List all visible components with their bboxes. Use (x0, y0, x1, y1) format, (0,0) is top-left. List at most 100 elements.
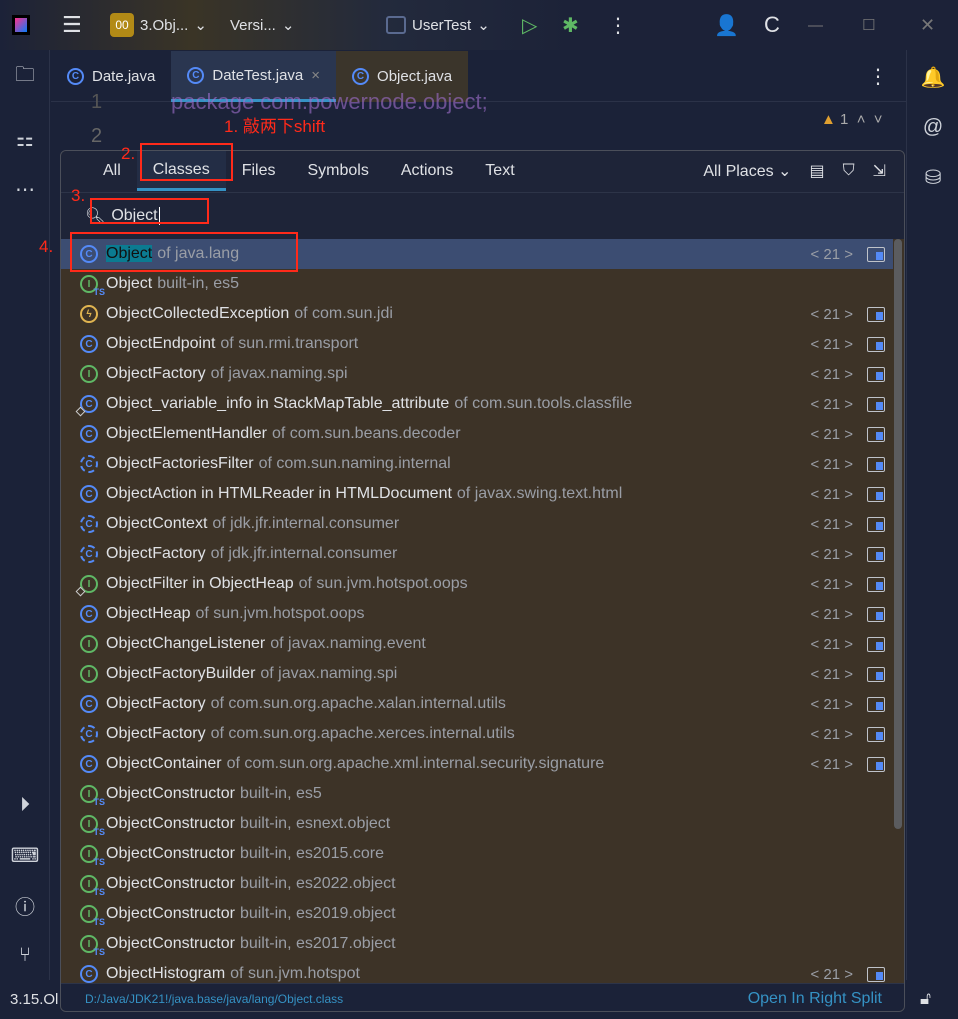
result-name: ObjectFactoryBuilder (106, 665, 256, 682)
library-folder-icon (867, 456, 885, 472)
result-item[interactable]: C ObjectFactoriesFilter of com.sun.naming.… (61, 449, 893, 479)
library-folder-icon (867, 726, 885, 742)
close-tab-icon[interactable]: × (311, 67, 320, 84)
result-item[interactable]: C ObjectHistogram of sun.jvm.hotspot < 21 > (61, 959, 893, 983)
run-icon[interactable]: ▷ (522, 13, 537, 38)
vcs-selector[interactable]: Versi... ⌄ (230, 16, 295, 35)
result-location: built-in, es2017.object (239, 935, 396, 952)
tab-actions[interactable]: Actions (385, 151, 469, 191)
result-location: of javax.naming.event (270, 635, 426, 652)
filter-icon[interactable]: ⛉ (843, 162, 855, 180)
more-tools-icon[interactable]: ⋯ (10, 174, 40, 204)
highlight-box-classes (140, 143, 233, 181)
jdk-version: < 21 > (810, 725, 853, 743)
jdk-version: < 21 > (810, 605, 853, 623)
services-icon[interactable]: ⏵ (10, 790, 40, 820)
result-item[interactable]: I ObjectFilter in ObjectHeap of sun.jvm.ho… (61, 569, 893, 599)
result-item[interactable]: I TS ObjectConstructor built-in, es5 (61, 779, 893, 809)
structure-icon[interactable]: ⚏ (10, 124, 40, 154)
more-icon[interactable]: ⋮ (608, 13, 628, 38)
result-item[interactable]: C Object_variable_info in StackMapTable_a… (61, 389, 893, 419)
result-location: of com.sun.org.apache.xml.internal.secur… (226, 755, 605, 772)
tab-options-icon[interactable]: ⋮ (850, 51, 906, 101)
result-item[interactable]: C ObjectElementHandler of com.sun.beans.de… (61, 419, 893, 449)
jdk-version: < 21 > (810, 425, 853, 443)
result-item[interactable]: I TS ObjectConstructor built-in, es2022.obj… (61, 869, 893, 899)
result-item[interactable]: I TS ObjectConstructor built-in, es2019.obj… (61, 899, 893, 929)
maximize-button[interactable]: ☐ (862, 16, 875, 34)
notifications-icon[interactable]: 🔔 (918, 62, 948, 92)
highlight-box-search (90, 198, 209, 224)
lock-icon[interactable]: 🔓︎ (920, 989, 931, 1009)
tab-date-java[interactable]: C Date.java (51, 51, 171, 102)
result-item[interactable]: C ObjectFactory of com.sun.org.apache.xala… (61, 689, 893, 719)
result-item[interactable]: I ObjectFactoryBuilder of javax.naming.spi… (61, 659, 893, 689)
interface-icon: I (80, 665, 98, 683)
close-button[interactable]: ✕ (920, 15, 935, 36)
result-name: ObjectContext (106, 515, 208, 532)
library-folder-icon (867, 666, 885, 682)
result-item[interactable]: I ObjectChangeListener of javax.naming.eve… (61, 629, 893, 659)
result-item[interactable]: C ObjectContext of jdk.jfr.internal.consum… (61, 509, 893, 539)
problems-icon[interactable]: ⓘ (10, 890, 40, 920)
add-user-icon[interactable]: 👤 (714, 13, 739, 38)
library-folder-icon (867, 576, 885, 592)
database-icon[interactable]: ⛁ (918, 162, 948, 192)
result-location: of com.sun.jdi (294, 305, 393, 322)
open-in-right-split-link[interactable]: Open In Right Split (748, 990, 882, 1008)
library-folder-icon (867, 516, 885, 532)
minimize-button[interactable]: — (808, 17, 823, 34)
project-selector[interactable]: 00 3.Obj... ⌄ (110, 13, 207, 37)
result-location: of sun.jvm.hotspot.oops (298, 575, 468, 592)
terminal-icon[interactable]: ⌨ (10, 840, 40, 870)
result-name: ObjectChangeListener (106, 635, 266, 652)
jdk-version: < 21 > (810, 335, 853, 353)
scope-selector[interactable]: All Places ⌄ (703, 161, 791, 181)
result-location: of jdk.jfr.internal.consumer (210, 545, 398, 562)
tab-files[interactable]: Files (226, 151, 292, 191)
open-in-window-icon[interactable]: ⇲ (873, 161, 886, 181)
warning-count[interactable]: ▲ 1 ˄ ˅ (821, 111, 883, 128)
preview-icon[interactable]: ▤ (809, 161, 824, 181)
result-item[interactable]: I TS ObjectConstructor built-in, esnext.obj… (61, 809, 893, 839)
result-item[interactable]: ϟ ObjectCollectedException of com.sun.jdi <… (61, 299, 893, 329)
class-icon: C (80, 485, 98, 503)
result-location: of sun.rmi.transport (220, 335, 359, 352)
result-item[interactable]: C ObjectAction in HTMLReader in HTMLDocum… (61, 479, 893, 509)
run-config-selector[interactable]: UserTest ⌄ (386, 16, 490, 34)
tab-symbols[interactable]: Symbols (291, 151, 384, 191)
chevron-down-icon: ⌄ (281, 17, 295, 34)
jdk-version: < 21 > (810, 665, 853, 683)
result-item[interactable]: I TS ObjectConstructor built-in, es2017.obj… (61, 929, 893, 959)
result-location: of javax.naming.spi (260, 665, 398, 682)
result-item[interactable]: C ObjectHeap of sun.jvm.hotspot.oops < 21 > (61, 599, 893, 629)
search-everywhere-popup: All Classes Files Symbols Actions Text A… (60, 150, 905, 1012)
ai-assistant-icon[interactable]: @ (918, 112, 948, 142)
result-location: built-in, es2015.core (239, 845, 385, 862)
scrollbar[interactable] (894, 239, 902, 829)
result-item[interactable]: C ObjectEndpoint of sun.rmi.transport < 21 … (61, 329, 893, 359)
debug-icon[interactable]: ✱ (562, 13, 579, 38)
jdk-version: < 21 > (810, 635, 853, 653)
result-item[interactable]: C ObjectFactory of jdk.jfr.internal.consum… (61, 539, 893, 569)
warning-icon: ▲ (821, 111, 836, 128)
result-item[interactable]: I TS Object built-in, es5 (61, 269, 893, 299)
tab-text[interactable]: Text (469, 151, 530, 191)
git-icon[interactable]: ⑂ (10, 940, 40, 970)
result-name: ObjectFactory (106, 695, 206, 712)
result-name: ObjectFactoriesFilter (106, 455, 254, 472)
library-folder-icon (867, 546, 885, 562)
result-name: ObjectFactory (106, 365, 206, 382)
result-item[interactable]: I TS ObjectConstructor built-in, es2015.cor… (61, 839, 893, 869)
result-item[interactable]: I ObjectFactory of javax.naming.spi < 21 > (61, 359, 893, 389)
abstract-icon: C (80, 545, 98, 563)
result-item[interactable]: C ObjectContainer of com.sun.org.apache.xm… (61, 749, 893, 779)
result-item[interactable]: C ObjectFactory of com.sun.org.apache.xerc… (61, 719, 893, 749)
jdk-version: < 21 > (810, 455, 853, 473)
result-location: of javax.naming.spi (210, 365, 348, 382)
result-location: of com.sun.beans.decoder (271, 425, 461, 442)
result-location: built-in, es5 (157, 275, 240, 292)
folder-icon[interactable]: 🗀 (10, 62, 40, 92)
jdk-version: < 21 > (810, 515, 853, 533)
main-menu-icon[interactable]: ☰ (62, 12, 82, 38)
